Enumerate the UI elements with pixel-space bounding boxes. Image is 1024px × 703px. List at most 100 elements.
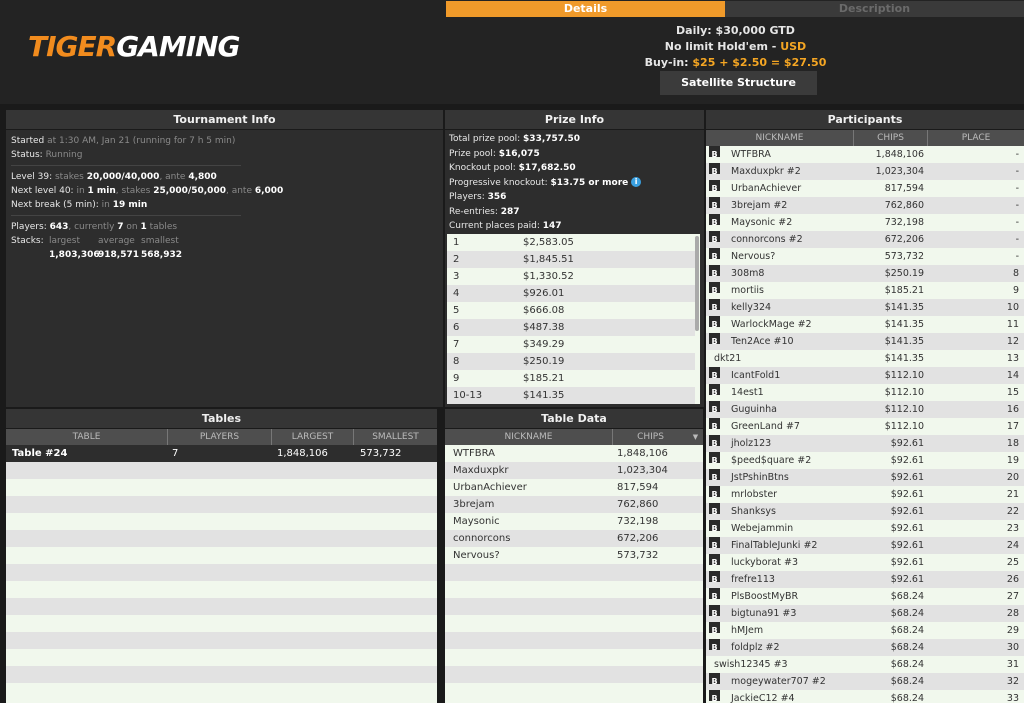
participant-row[interactable]: B Maxduxpkr #2 1,023,304 - xyxy=(706,163,1024,180)
participant-row[interactable]: Bfoldplz #2 $68.24 30 xyxy=(706,639,1024,656)
column-header-place[interactable]: PLACE xyxy=(928,130,1024,146)
participant-nickname: Guguinha xyxy=(731,404,777,415)
table-data-row[interactable]: 3brejam 762,860 xyxy=(445,496,703,513)
bounty-icon: B xyxy=(709,248,720,261)
participant-row[interactable]: B Shanksys $92.61 22 xyxy=(706,503,1024,520)
participant-row[interactable]: Bkelly324 $141.35 10 xyxy=(706,299,1024,316)
participant-row[interactable]: B Webejammin $92.61 23 xyxy=(706,520,1024,537)
participant-place: 12 xyxy=(1006,336,1019,347)
info-icon[interactable]: i xyxy=(631,177,642,187)
table-data-row[interactable]: connorcons 672,206 xyxy=(445,530,703,547)
table-data-row[interactable]: Maxduxpkr 1,023,304 xyxy=(445,462,703,479)
participant-nickname: hMJem xyxy=(731,625,764,636)
bounty-icon: B xyxy=(709,214,720,227)
participant-row[interactable]: B JackieC12 #4 $68.24 33 xyxy=(706,690,1024,703)
table-row[interactable]: Table #24 7 1,848,106 573,732 xyxy=(6,445,437,462)
empty-row xyxy=(6,666,437,683)
column-header-nickname[interactable]: NICKNAME xyxy=(445,429,613,445)
participant-row[interactable]: B Ten2Ace #10 $141.35 12 xyxy=(706,333,1024,350)
empty-row xyxy=(6,547,437,564)
column-header-nickname[interactable]: NICKNAME xyxy=(706,130,854,146)
table-data-row[interactable]: UrbanAchiever 817,594 xyxy=(445,479,703,496)
player-chips: 817,594 xyxy=(617,482,659,493)
payout-place: 4 xyxy=(453,288,460,299)
next-break-row: Next break (5 min): in 19 min xyxy=(11,200,148,210)
participant-row[interactable]: B JstPshinBtns $92.61 20 xyxy=(706,469,1024,486)
participant-row[interactable]: B WTFBRA 1,848,106 - xyxy=(706,146,1024,163)
participant-row[interactable]: B 14est1 $112.10 15 xyxy=(706,384,1024,401)
participant-row[interactable]: Bfrefre113 $92.61 26 xyxy=(706,571,1024,588)
prize-info-panel: Prize Info Total prize pool: $33,757.50 … xyxy=(445,110,704,407)
table-data-row[interactable]: Maysonic 732,198 xyxy=(445,513,703,530)
participant-row[interactable]: B Guguinha $112.10 16 xyxy=(706,401,1024,418)
participant-row[interactable]: Bconnorcons #2 672,206 - xyxy=(706,231,1024,248)
empty-row xyxy=(445,564,703,581)
participant-place: 32 xyxy=(1006,676,1019,687)
game-type: No limit Hold'em - USD xyxy=(664,40,807,53)
bounty-icon: B xyxy=(709,435,720,448)
participant-row[interactable]: B Maysonic #2 732,198 - xyxy=(706,214,1024,231)
payout-amount: $2,583.05 xyxy=(523,237,574,248)
participant-chips: $141.35 xyxy=(884,336,924,347)
participant-nickname: jholz123 xyxy=(731,438,772,449)
participant-chips: $92.61 xyxy=(890,438,924,449)
tables-panel: Tables TABLE PLAYERS LARGEST SMALLEST Ta… xyxy=(6,409,437,703)
participant-row[interactable]: B PlsBoostMyBR $68.24 27 xyxy=(706,588,1024,605)
participant-chips: $250.19 xyxy=(884,268,924,279)
participant-row[interactable]: B UrbanAchiever 817,594 - xyxy=(706,180,1024,197)
column-header-smallest[interactable]: SMALLEST xyxy=(354,429,437,445)
participant-row[interactable]: B 3brejam #2 762,860 - xyxy=(706,197,1024,214)
column-header-table[interactable]: TABLE xyxy=(6,429,168,445)
payout-amount: $349.29 xyxy=(523,339,565,350)
scrollbar[interactable] xyxy=(695,236,699,331)
participant-row[interactable]: B 308m8 $250.19 8 xyxy=(706,265,1024,282)
participant-chips: 762,860 xyxy=(884,200,924,211)
participant-row[interactable]: Bjholz123 $92.61 18 xyxy=(706,435,1024,452)
participant-row[interactable]: Bmrlobster $92.61 21 xyxy=(706,486,1024,503)
participant-row[interactable]: Bluckyborat #3 $92.61 25 xyxy=(706,554,1024,571)
payout-place: 7 xyxy=(453,339,460,350)
panel-title: Participants xyxy=(706,110,1024,130)
bounty-icon: B xyxy=(709,265,720,278)
participant-place: - xyxy=(1015,251,1019,262)
participant-row[interactable]: Bbigtuna91 #3 $68.24 28 xyxy=(706,605,1024,622)
payout-list[interactable]: 1 $2,583.05 2 $1,845.51 3 $1,330.52 4 $926.01 5 $… xyxy=(447,234,700,404)
participant-row[interactable]: B IcantFold1 $112.10 14 xyxy=(706,367,1024,384)
table-data-row[interactable]: WTFBRA 1,848,106 xyxy=(445,445,703,462)
column-header-chips[interactable]: CHIPS xyxy=(613,429,688,445)
participant-row[interactable]: B FinalTableJunki #2 $92.61 24 xyxy=(706,537,1024,554)
stacks-row: Stacks: largest average smallest xyxy=(11,236,179,246)
participant-chips: $68.24 xyxy=(890,591,924,602)
participant-row[interactable]: B $peed$quare #2 $92.61 19 xyxy=(706,452,1024,469)
empty-row xyxy=(6,649,437,666)
participant-row[interactable]: swish12345 #3 $68.24 31 xyxy=(706,656,1024,673)
status-row: Status: Running xyxy=(11,150,83,160)
participant-row[interactable]: Bmortiis $185.21 9 xyxy=(706,282,1024,299)
payout-amount: $1,845.51 xyxy=(523,254,574,265)
column-header-players[interactable]: PLAYERS xyxy=(168,429,272,445)
column-header-chips[interactable]: CHIPS xyxy=(854,130,928,146)
tab-details[interactable]: Details xyxy=(446,1,725,17)
participant-row[interactable]: dkt21 $141.35 13 xyxy=(706,350,1024,367)
column-header-largest[interactable]: LARGEST xyxy=(272,429,354,445)
bounty-icon: B xyxy=(709,486,720,499)
sort-icon[interactable]: ▼ xyxy=(688,429,703,445)
reentries-count: Re-entries: 287 xyxy=(449,206,520,217)
empty-row xyxy=(6,598,437,615)
player-chips: 573,732 xyxy=(617,550,659,561)
participant-row[interactable]: Bmogeywater707 #2 $68.24 32 xyxy=(706,673,1024,690)
table-players: 7 xyxy=(172,448,179,459)
participant-nickname: frefre113 xyxy=(731,574,775,585)
participant-row[interactable]: BhMJem $68.24 29 xyxy=(706,622,1024,639)
participant-row[interactable]: B Nervous? 573,732 - xyxy=(706,248,1024,265)
bounty-icon: B xyxy=(709,197,720,210)
participant-place: 30 xyxy=(1006,642,1019,653)
participant-chips: $68.24 xyxy=(890,659,924,670)
participant-nickname: bigtuna91 #3 xyxy=(731,608,797,619)
participant-row[interactable]: B WarlockMage #2 $141.35 11 xyxy=(706,316,1024,333)
participant-row[interactable]: B GreenLand #7 $112.10 17 xyxy=(706,418,1024,435)
satellite-structure-button[interactable]: Satellite Structure xyxy=(660,71,817,95)
player-chips: 672,206 xyxy=(617,533,659,544)
table-data-row[interactable]: Nervous? 573,732 xyxy=(445,547,703,564)
tab-description[interactable]: Description xyxy=(725,1,1024,17)
